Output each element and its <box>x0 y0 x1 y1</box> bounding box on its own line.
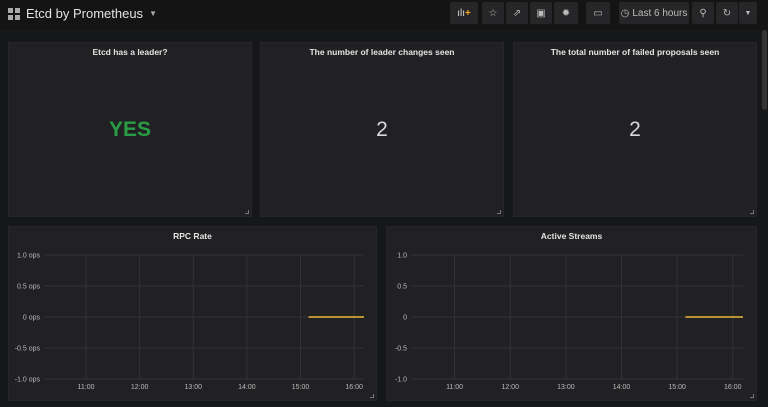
y-tick-label: 0.5 <box>397 284 407 291</box>
zoom-out-icon: ⚲ <box>699 7 707 19</box>
caret-down-icon: ▼ <box>149 9 157 18</box>
stat-panel-leader[interactable]: Etcd has a leader? YES <box>8 42 252 217</box>
resize-handle[interactable] <box>750 394 754 398</box>
y-tick-label: 0 ops <box>23 315 41 322</box>
y-tick-label: 0 <box>403 315 407 322</box>
resize-handle[interactable] <box>497 210 501 214</box>
panel-title: The number of leader changes seen <box>309 47 455 57</box>
x-tick-label: 16:00 <box>724 384 742 391</box>
panel-title: Active Streams <box>540 231 603 241</box>
x-tick-label: 16:00 <box>345 384 363 391</box>
resize-handle[interactable] <box>245 210 249 214</box>
y-tick-label: -0.5 <box>395 346 407 353</box>
save-button[interactable]: ▣ <box>530 2 552 24</box>
x-tick-label: 13:00 <box>185 384 203 391</box>
stat-panel-failed-proposals[interactable]: The total number of failed proposals see… <box>513 42 757 217</box>
zoom-out-button[interactable]: ⚲ <box>692 2 714 24</box>
x-tick-label: 13:00 <box>557 384 575 391</box>
refresh-interval-button[interactable]: ▼ <box>739 2 757 24</box>
star-icon: ☆ <box>488 7 498 19</box>
x-tick-label: 14:00 <box>238 384 256 391</box>
top-navbar: Etcd by Prometheus ▼ ılı+ ☆ ⇗ ▣ ✹ ▭ ◷ Las… <box>0 0 768 30</box>
clock-icon: ◷ <box>620 7 630 19</box>
y-tick-label: -0.5 ops <box>15 346 41 353</box>
dashboard-grid-icon <box>8 7 20 20</box>
rpc-rate-chart: 1.0 ops 0.5 ops 0 ops -0.5 ops -1.0 ops 11:00… <box>15 253 364 391</box>
y-tick-label: -1.0 ops <box>15 377 41 384</box>
y-tick-label: 1.0 <box>397 253 407 260</box>
x-tick-label: 15:00 <box>292 384 310 391</box>
refresh-button[interactable]: ↻ <box>716 2 738 24</box>
x-tick-label: 12:00 <box>501 384 519 391</box>
tv-mode-button[interactable]: ▭ <box>586 2 610 24</box>
dashboard-title: Etcd by Prometheus <box>26 6 144 21</box>
stat-value: 2 <box>376 117 388 141</box>
scrollbar[interactable] <box>762 30 767 110</box>
tv-icon: ▭ <box>593 7 603 19</box>
y-tick-label: 0.5 ops <box>17 284 40 291</box>
x-tick-label: 15:00 <box>668 384 686 391</box>
star-button[interactable]: ☆ <box>482 2 504 24</box>
stat-value: 2 <box>629 117 641 141</box>
graph-panel-rpc-rate[interactable]: RPC Rate 1.0 ops 0.5 ops 0 ops -0.5 ops -1.0… <box>8 226 377 401</box>
y-tick-label: 1.0 ops <box>17 253 40 260</box>
refresh-icon: ↻ <box>722 7 732 19</box>
x-tick-label: 14:00 <box>613 384 631 391</box>
save-icon: ▣ <box>536 7 546 19</box>
panel-title: Etcd has a leader? <box>92 47 168 57</box>
x-tick-label: 11:00 <box>446 384 463 391</box>
graph-panel-active-streams[interactable]: Active Streams 1.0 0.5 0 -0.5 -1.0 11:00 12:00… <box>386 226 757 401</box>
time-range-label: Last 6 hours <box>632 7 688 19</box>
stat-panel-leader-changes[interactable]: The number of leader changes seen 2 <box>260 42 504 217</box>
time-picker-button[interactable]: ◷ Last 6 hours <box>619 2 689 24</box>
resize-handle[interactable] <box>370 394 374 398</box>
share-button[interactable]: ⇗ <box>506 2 528 24</box>
gear-icon: ✹ <box>561 7 571 19</box>
add-panel-button[interactable]: ılı+ <box>450 2 478 24</box>
x-tick-label: 12:00 <box>131 384 149 391</box>
panel-title: RPC Rate <box>173 231 212 241</box>
settings-button[interactable]: ✹ <box>554 2 578 24</box>
add-panel-icon: ılı+ <box>457 7 471 19</box>
y-tick-label: -1.0 <box>395 377 407 384</box>
resize-handle[interactable] <box>750 210 754 214</box>
stat-value: YES <box>108 117 152 141</box>
active-streams-chart: 1.0 0.5 0 -0.5 -1.0 11:00 12:00 13:00 14:00 15:00… <box>395 253 743 391</box>
dashboard-picker[interactable]: Etcd by Prometheus ▼ <box>8 6 157 21</box>
share-icon: ⇗ <box>512 7 522 19</box>
caret-down-icon: ▼ <box>744 9 752 17</box>
x-tick-label: 11:00 <box>78 384 95 391</box>
panel-title: The total number of failed proposals see… <box>550 47 720 57</box>
